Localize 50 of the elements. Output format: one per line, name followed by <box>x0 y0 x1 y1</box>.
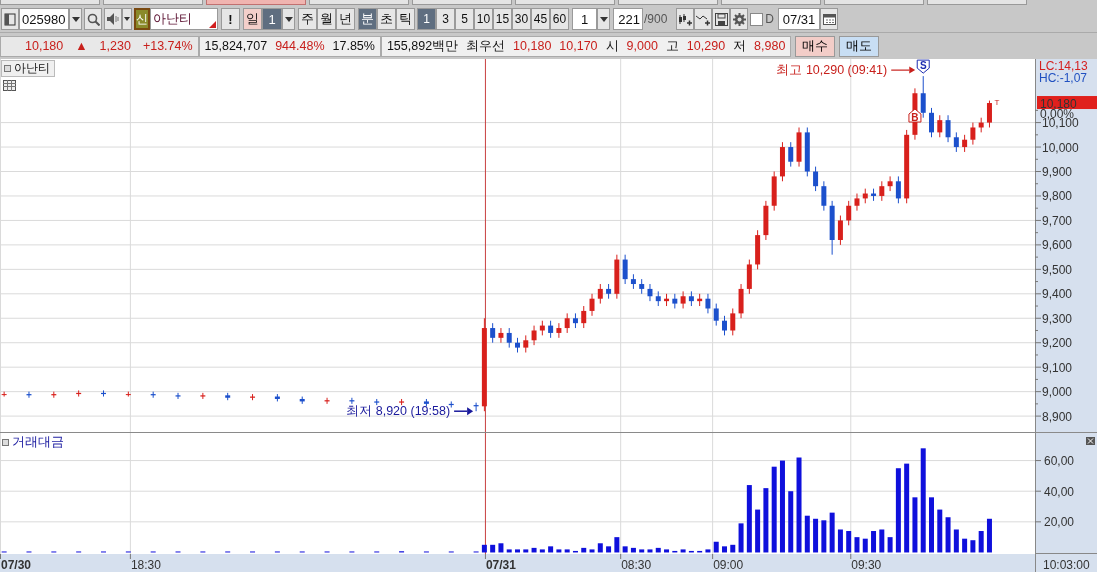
axis-label: 9,700 <box>1042 213 1073 228</box>
axis-label: 18:30 <box>130 558 161 572</box>
axis-label: 9,600 <box>1042 238 1073 253</box>
axis-label: 9,000 <box>1042 385 1073 400</box>
quote-value: ▲ <box>75 39 88 54</box>
low-price-label: 최저 8,920 (19:58) <box>346 404 451 419</box>
chart-title: 거래대금 <box>12 434 64 451</box>
axis-label: 07/30 <box>1 558 32 572</box>
quote-value: +13.74% <box>142 39 193 54</box>
quote-value: 9,000 <box>626 39 658 54</box>
sell-marker: S <box>916 59 930 74</box>
axis-label: 10,000 <box>1042 140 1079 155</box>
axis-info: HC:-1,07 <box>1039 71 1088 85</box>
axis-label: 9,300 <box>1042 311 1073 326</box>
axis-label: 09:00 <box>713 558 744 572</box>
quote-value: 10,180 <box>513 39 552 54</box>
current-time: 10:03:00 <box>1043 558 1090 572</box>
quote-value: 155,892백만 <box>386 37 459 55</box>
axis-label: 09:30 <box>851 558 882 572</box>
axis-label: 9,200 <box>1042 336 1073 351</box>
quote-value: 10,290 <box>686 39 726 54</box>
quote-value: 고 <box>665 37 679 55</box>
axis-label: 9,400 <box>1042 287 1073 302</box>
quote-value: 저 <box>733 37 747 55</box>
axis-label: 9,100 <box>1042 360 1073 375</box>
axis-label: 9,800 <box>1042 189 1073 204</box>
stock-badge: 신 <box>134 8 150 31</box>
axis-label: 60,00 <box>1044 454 1075 469</box>
quote-value: 시 <box>605 37 619 55</box>
quote-value: 1,230 <box>99 39 131 54</box>
axis-label: 8,900 <box>1042 409 1073 424</box>
quote-value: 최우선 <box>466 37 506 55</box>
axis-label: 20,00 <box>1044 515 1075 530</box>
current-price-tag: 10,180 <box>1037 96 1097 111</box>
axis-label: 08:30 <box>621 558 652 572</box>
quote-value: 944.48% <box>275 39 325 54</box>
quote-value: 10,170 <box>559 39 598 54</box>
axis-label: 9,500 <box>1042 262 1073 277</box>
high-price-label: 최고 10,290 (09:41) <box>776 63 888 78</box>
quote-value: 15,824,707 <box>204 39 268 54</box>
date-checkbox-label: D <box>764 12 776 27</box>
axis-label: 40,00 <box>1044 484 1075 499</box>
axis-label: 07/31 <box>485 558 516 572</box>
quote-value: 17.85% <box>332 39 375 54</box>
count-max-label: /900 <box>643 12 669 27</box>
candle-tag: T <box>994 97 1000 107</box>
quote-value: 10,180 <box>25 39 64 54</box>
axis-info: LC:14,13 <box>1039 59 1088 73</box>
axis-label: 9,900 <box>1042 165 1073 179</box>
quote-value: 8,980 <box>754 39 786 54</box>
